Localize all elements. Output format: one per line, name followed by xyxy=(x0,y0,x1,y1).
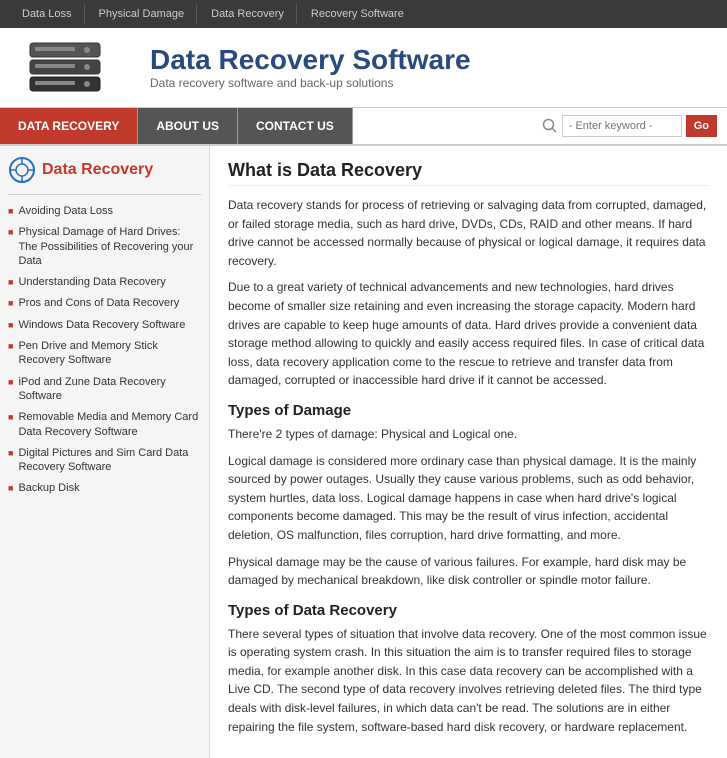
sidebar-link[interactable]: Physical Damage of Hard Drives: The Poss… xyxy=(18,225,201,268)
bullet-icon: ■ xyxy=(8,298,13,308)
site-header: Data Recovery Software Data recovery sof… xyxy=(0,28,727,108)
header-text-block: Data Recovery Software Data recovery sof… xyxy=(140,45,717,90)
content-paragraph: There're 2 types of damage: Physical and… xyxy=(228,425,709,444)
search-icon xyxy=(542,118,558,134)
content-paragraph: Physical damage may be the cause of vari… xyxy=(228,553,709,590)
bullet-icon: ■ xyxy=(8,483,13,493)
bullet-icon: ■ xyxy=(8,206,13,216)
bullet-icon: ■ xyxy=(8,320,13,330)
bullet-icon: ■ xyxy=(8,277,13,287)
sidebar-link[interactable]: Avoiding Data Loss xyxy=(18,204,113,218)
sidebar: Data Recovery ■ Avoiding Data Loss ■ Phy… xyxy=(0,146,210,758)
search-button[interactable]: Go xyxy=(686,115,717,137)
main-heading: What is Data Recovery xyxy=(228,160,709,186)
site-title: Data Recovery Software xyxy=(150,45,717,76)
secnav-contact-us[interactable]: CONTACT US xyxy=(238,108,353,144)
section1-heading: Types of Damage xyxy=(228,402,709,419)
search-input[interactable] xyxy=(562,115,682,137)
sidebar-link-item[interactable]: ■ iPod and Zune Data Recovery Software xyxy=(8,374,201,405)
content-paragraph: Due to a great variety of technical adva… xyxy=(228,278,709,390)
sidebar-link-item[interactable]: ■ Windows Data Recovery Software xyxy=(8,317,201,333)
sidebar-link-item[interactable]: ■ Digital Pictures and Sim Card Data Rec… xyxy=(8,445,201,476)
sidebar-link[interactable]: Pen Drive and Memory Stick Recovery Soft… xyxy=(18,339,201,368)
bullet-icon: ■ xyxy=(8,412,13,422)
sidebar-link[interactable]: Removable Media and Memory Card Data Rec… xyxy=(18,410,201,439)
sidebar-divider xyxy=(8,194,201,195)
site-subtitle: Data recovery software and back-up solut… xyxy=(150,76,717,90)
sidebar-link-item[interactable]: ■ Backup Disk xyxy=(8,480,201,496)
sidebar-link[interactable]: Windows Data Recovery Software xyxy=(18,318,185,332)
sidebar-link[interactable]: Pros and Cons of Data Recovery xyxy=(18,296,179,310)
topnav-item-dataloss[interactable]: Data Loss xyxy=(10,4,85,24)
content-paragraph: There several types of situation that in… xyxy=(228,625,709,737)
sidebar-link-item[interactable]: ■ Understanding Data Recovery xyxy=(8,274,201,290)
search-bar: Go xyxy=(542,115,727,137)
bullet-icon: ■ xyxy=(8,448,13,458)
content-paragraph: Data recovery stands for process of retr… xyxy=(228,196,709,270)
sidebar-link[interactable]: iPod and Zune Data Recovery Software xyxy=(18,375,201,404)
sidebar-title: Data Recovery xyxy=(42,161,153,179)
main-content: What is Data Recovery Data recovery stan… xyxy=(210,146,727,758)
main-layout: Data Recovery ■ Avoiding Data Loss ■ Phy… xyxy=(0,146,727,758)
sidebar-header: Data Recovery xyxy=(8,156,201,184)
topnav-item-physicaldamage[interactable]: Physical Damage xyxy=(87,4,198,24)
sidebar-link-item[interactable]: ■ Physical Damage of Hard Drives: The Po… xyxy=(8,224,201,269)
topnav-item-datarecovery[interactable]: Data Recovery xyxy=(199,4,297,24)
sidebar-link-item[interactable]: ■ Pen Drive and Memory Stick Recovery So… xyxy=(8,338,201,369)
sidebar-link-item[interactable]: ■ Avoiding Data Loss xyxy=(8,203,201,219)
bullet-icon: ■ xyxy=(8,377,13,387)
top-navigation: Data Loss Physical Damage Data Recovery … xyxy=(0,0,727,28)
sidebar-link-item[interactable]: ■ Pros and Cons of Data Recovery xyxy=(8,295,201,311)
sidebar-icon xyxy=(8,156,36,184)
secondary-navigation: DATA RECOVERY ABOUT US CONTACT US Go xyxy=(0,108,727,146)
secnav-data-recovery[interactable]: DATA RECOVERY xyxy=(0,108,138,144)
section2-heading: Types of Data Recovery xyxy=(228,602,709,619)
sidebar-link[interactable]: Digital Pictures and Sim Card Data Recov… xyxy=(18,446,201,475)
site-logo xyxy=(10,35,140,100)
topnav-item-recoverysoftware[interactable]: Recovery Software xyxy=(299,4,416,24)
bullet-icon: ■ xyxy=(8,227,13,237)
sidebar-link[interactable]: Backup Disk xyxy=(18,481,79,495)
content-paragraph: Logical damage is considered more ordina… xyxy=(228,452,709,545)
sidebar-link-item[interactable]: ■ Removable Media and Memory Card Data R… xyxy=(8,409,201,440)
bullet-icon: ■ xyxy=(8,341,13,351)
sidebar-link[interactable]: Understanding Data Recovery xyxy=(18,275,165,289)
secnav-about-us[interactable]: ABOUT US xyxy=(138,108,238,144)
